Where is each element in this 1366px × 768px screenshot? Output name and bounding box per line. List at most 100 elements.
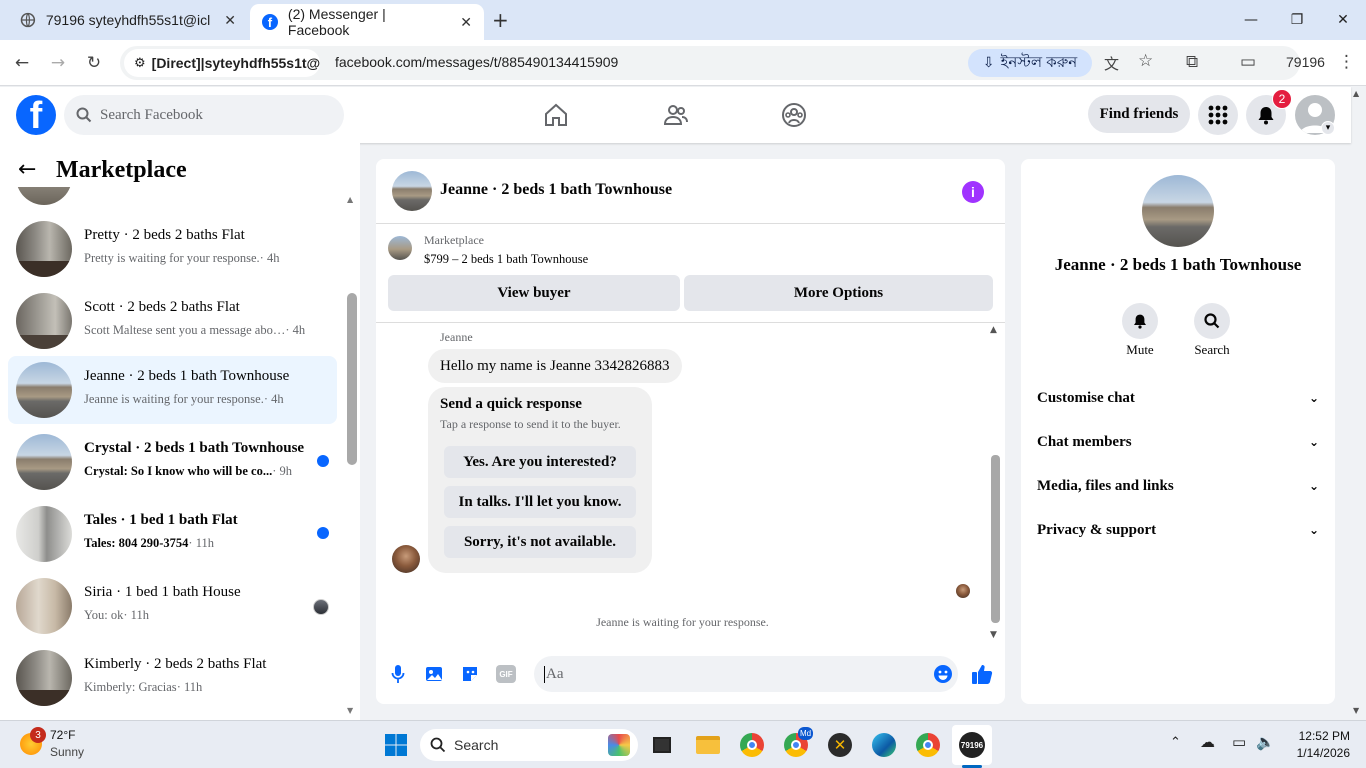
edge-icon[interactable] <box>864 725 904 765</box>
scroll-up-arrow-icon[interactable]: ▲ <box>990 325 997 335</box>
read-receipt-avatar <box>956 584 970 598</box>
find-friends-button[interactable]: Find friends <box>1088 95 1190 133</box>
back-arrow-icon[interactable]: ← <box>18 157 36 182</box>
media-files-links-row[interactable]: Media, files and links ⌄ <box>1037 471 1319 501</box>
address-bar[interactable]: ⚙ [Direct]|syteyhdfh55s1t@... facebook.c… <box>120 46 1300 80</box>
sender-avatar[interactable] <box>392 545 420 573</box>
search-icon <box>430 737 446 753</box>
menu-kebab-icon[interactable]: ⋮ <box>1338 52 1355 72</box>
chrome-icon[interactable] <box>732 725 772 765</box>
taskbar-search[interactable]: Search <box>420 729 638 761</box>
partial-thumbnail <box>16 187 72 205</box>
facebook-search-input[interactable]: Search Facebook <box>64 95 344 135</box>
chevron-down-icon[interactable]: ▾ <box>1321 121 1335 135</box>
info-avatar[interactable] <box>1142 175 1214 247</box>
install-app-button[interactable]: ⇩ ইনস্টল করুন <box>968 49 1092 77</box>
mute-label: Mute <box>1126 342 1154 357</box>
network-icon[interactable]: ▭ <box>1232 733 1246 751</box>
chat-avatar[interactable] <box>392 171 432 211</box>
photo-icon[interactable] <box>423 663 445 685</box>
view-buyer-button[interactable]: View buyer <box>388 275 680 311</box>
translate-icon[interactable]: 文 <box>1104 53 1119 74</box>
conversation-preview: Pretty is waiting for your response. · 4… <box>84 251 280 265</box>
forward-icon[interactable]: → <box>44 50 72 76</box>
customise-chat-row[interactable]: Customise chat ⌄ <box>1037 383 1319 413</box>
sticker-icon[interactable] <box>459 663 481 685</box>
windows-start-icon[interactable] <box>376 725 416 765</box>
weather-temperature[interactable]: 72°F <box>50 728 75 742</box>
marketplace-conversation-list: ← Marketplace Pretty · 2 beds 2 baths Fl… <box>0 143 360 720</box>
home-icon[interactable] <box>536 95 576 135</box>
extensions-icon[interactable]: ⧉ <box>1186 52 1198 72</box>
info-icon[interactable]: i <box>962 181 984 203</box>
friends-icon[interactable] <box>656 95 696 135</box>
minimize-icon[interactable]: — <box>1228 0 1274 40</box>
globe-icon <box>20 12 36 28</box>
file-explorer-icon[interactable] <box>688 725 728 765</box>
reload-icon[interactable]: ↻ <box>80 50 108 76</box>
onedrive-off-icon[interactable]: ☁ <box>1200 733 1215 751</box>
search-icon[interactable] <box>1194 303 1230 339</box>
tab-search-icon[interactable]: ▭ <box>1240 52 1256 72</box>
clock-date[interactable]: 1/14/2026 <box>1286 746 1350 760</box>
more-options-button[interactable]: More Options <box>684 275 993 311</box>
close-tab-icon[interactable]: ✕ <box>224 12 236 29</box>
search-highlight-icon <box>608 734 630 756</box>
chat-scrollbar[interactable] <box>991 455 1000 623</box>
restore-icon[interactable]: ❐ <box>1274 0 1320 40</box>
microphone-icon[interactable] <box>387 663 409 685</box>
list-item[interactable]: Pretty · 2 beds 2 baths Flat Pretty is w… <box>8 215 337 283</box>
new-tab-button[interactable]: + <box>492 8 509 32</box>
url-text[interactable]: facebook.com/messages/t/885490134415909 <box>335 54 618 70</box>
quick-response-subtitle: Tap a response to send it to the buyer. <box>440 417 621 431</box>
list-item[interactable]: Crystal · 2 beds 1 bath Townhouse Crysta… <box>8 428 337 496</box>
volume-icon[interactable]: 🔈 <box>1256 733 1275 751</box>
chrome-profile-2-icon[interactable] <box>908 725 948 765</box>
chevron-down-icon: ⌄ <box>1308 523 1319 537</box>
list-item[interactable]: Siria · 1 bed 1 bath House You: ok · 11h <box>8 572 337 640</box>
like-thumb-icon[interactable] <box>971 663 993 685</box>
conversation-name: Kimberly · 2 beds 2 baths Flat <box>84 656 267 672</box>
quick-response-yes-button[interactable]: Yes. Are you interested? <box>444 446 636 478</box>
scroll-down-arrow-icon[interactable]: ▼ <box>990 630 997 640</box>
app-x-icon[interactable]: ✕ <box>820 725 860 765</box>
message-bubble[interactable]: Hello my name is Jeanne 3342826883 <box>428 349 682 383</box>
page-scroll-down-icon[interactable]: ▼ <box>1353 706 1359 715</box>
list-item[interactable]: Kimberly · 2 beds 2 baths Flat Kimberly:… <box>8 644 337 712</box>
emoji-icon[interactable] <box>932 663 954 685</box>
browser-tab-gmail[interactable]: 79196 syteyhdfh55s1t@icl ✕ <box>8 0 248 40</box>
menu-grid-icon[interactable] <box>1198 95 1238 135</box>
task-view-icon[interactable] <box>642 725 682 765</box>
browser-tab-messenger[interactable]: f (2) Messenger | Facebook ✕ <box>250 4 484 40</box>
waiting-status: Jeanne is waiting for your response. <box>596 615 769 629</box>
quick-response-in-talks-button[interactable]: In talks. I'll let you know. <box>444 486 636 518</box>
sidebar-scrollbar[interactable] <box>347 293 357 465</box>
show-hidden-icons-icon[interactable]: ⌃ <box>1170 735 1181 750</box>
privacy-support-row[interactable]: Privacy & support ⌄ <box>1037 515 1319 545</box>
listing-price[interactable]: $799 – 2 beds 1 bath Townhouse <box>424 252 588 267</box>
close-window-icon[interactable]: ✕ <box>1320 0 1366 40</box>
groups-icon[interactable] <box>774 95 814 135</box>
quick-response-not-available-button[interactable]: Sorry, it's not available. <box>444 526 636 558</box>
facebook-logo[interactable]: f <box>16 95 56 135</box>
close-tab-icon[interactable]: ✕ <box>460 14 472 31</box>
gif-icon[interactable]: GIF <box>495 663 517 685</box>
composer-placeholder: Aa <box>544 665 564 683</box>
mute-bell-icon[interactable] <box>1122 303 1158 339</box>
chat-members-row[interactable]: Chat members ⌄ <box>1037 427 1319 457</box>
clock-time[interactable]: 12:52 PM <box>1296 729 1350 743</box>
scroll-up-arrow-icon[interactable]: ▲ <box>347 195 353 204</box>
list-item-selected[interactable]: Jeanne · 2 beds 1 bath Townhouse Jeanne … <box>8 356 337 424</box>
list-item[interactable]: Scott · 2 beds 2 baths Flat Scott Maltes… <box>8 287 337 355</box>
active-app-icon[interactable]: 79196 <box>952 725 992 765</box>
chat-title[interactable]: Jeanne · 2 beds 1 bath Townhouse <box>440 181 672 199</box>
conversation-preview: Tales: 804 290-3754 · 11h <box>84 536 214 550</box>
bookmark-star-icon[interactable]: ☆ <box>1138 51 1153 71</box>
site-info-chip[interactable]: ⚙ [Direct]|syteyhdfh55s1t@... <box>124 49 320 77</box>
page-scroll-up-icon[interactable]: ▲ <box>1353 89 1359 98</box>
back-icon[interactable]: ← <box>8 50 36 76</box>
message-input[interactable]: Aa <box>534 656 958 692</box>
scroll-down-arrow-icon[interactable]: ▼ <box>347 706 353 715</box>
list-item[interactable]: Tales · 1 bed 1 bath Flat Tales: 804 290… <box>8 500 337 568</box>
profile-label[interactable]: 79196 <box>1286 54 1325 70</box>
